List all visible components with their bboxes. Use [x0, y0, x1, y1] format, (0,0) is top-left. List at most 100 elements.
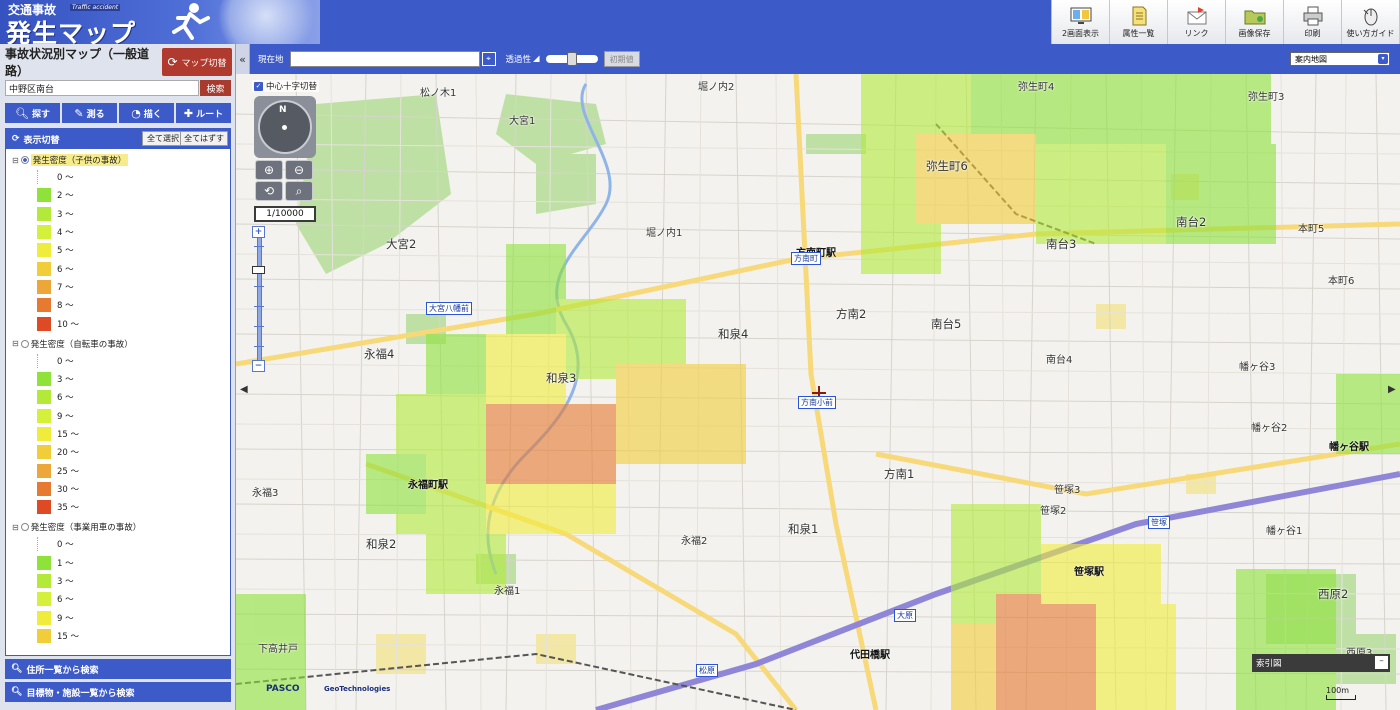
legend-label: 30 ～ — [57, 484, 80, 495]
legend-swatch — [37, 555, 51, 570]
station-label: 笹塚駅 — [1074, 567, 1104, 578]
rotate-reset-button[interactable]: ⟲ — [255, 181, 283, 201]
running-person-icon — [172, 3, 210, 40]
find-button[interactable]: 🔍︎ 探す — [5, 103, 60, 123]
current-location-field[interactable] — [289, 51, 480, 67]
zoom-tick — [254, 346, 264, 347]
app-logo: 交通事故 Traffic accident 発生マップ — [0, 0, 320, 44]
minimize-icon[interactable]: – — [1375, 656, 1388, 669]
pan-left-icon[interactable]: ◀ — [240, 384, 248, 395]
zoom-in-button[interactable]: ⊕ — [255, 160, 283, 180]
find-label: 探す — [31, 109, 50, 120]
checkbox-icon[interactable]: ✓ — [254, 81, 263, 91]
place-label: 本町5 — [1298, 224, 1325, 235]
collapse-panel-button[interactable]: « — [236, 44, 250, 74]
landmark-list-search-bar[interactable]: 🔍︎ 目標物・施設一覧から検索 — [5, 682, 231, 702]
app-window: 交通事故 Traffic accident 発生マップ 2画面表示 属性一覧 リ… — [0, 0, 1400, 710]
left-panel: 事故状況別マップ（一般道路） ⟳ マップ切替 中野区南台 検索 🔍︎ 探す ✎ 測る … — [0, 44, 236, 710]
locate-icon[interactable]: ⌖ — [481, 52, 496, 66]
legend-row: 15 ～ — [12, 425, 230, 443]
legend-label: 0 ～ — [57, 356, 74, 367]
overview-map-header[interactable]: 索引図 – — [1252, 654, 1390, 672]
place-label: 大宮1 — [509, 116, 536, 127]
clear-all-button[interactable]: 全てはずす — [180, 131, 228, 146]
legend-label: 35 ～ — [57, 503, 80, 514]
zoom-slider[interactable]: + − — [252, 226, 266, 372]
tree-toggle-icon[interactable]: ⊟ — [12, 339, 19, 348]
place-label: 和泉4 — [718, 327, 749, 341]
zoom-fit-button[interactable]: ⌕ — [285, 181, 313, 201]
place-label: 方南2 — [836, 307, 867, 321]
address-list-search-label: 住所一覧から検索 — [26, 665, 99, 676]
geotechnologies-logo: GeoTechnologies — [324, 685, 391, 693]
zoom-plus-icon[interactable]: + — [252, 226, 265, 238]
usage-guide-button[interactable]: 使い方ガイド — [1342, 0, 1400, 44]
slider-knob[interactable] — [566, 52, 577, 66]
transparency-slider[interactable] — [545, 52, 598, 66]
legend-row: 20 ～ — [12, 443, 230, 461]
address-input[interactable]: 中野区南台 — [5, 80, 199, 96]
legend-label: 15 ～ — [57, 631, 80, 642]
map-type-select[interactable]: 案内地図 ▾ — [1290, 52, 1390, 66]
tree-toggle-icon[interactable]: ⊟ — [12, 523, 19, 532]
reset-button[interactable]: 初期値 — [603, 51, 640, 67]
map-switch-button[interactable]: ⟳ マップ切替 — [162, 48, 232, 76]
legend-row: 9 ～ — [12, 407, 230, 425]
legend-label: 3 ～ — [57, 577, 74, 588]
select-all-button[interactable]: 全て選択 — [142, 131, 184, 146]
place-label: 方南1 — [884, 467, 915, 481]
draw-button[interactable]: ◔ 描く — [119, 103, 174, 123]
legend-row: 30 ～ — [12, 480, 230, 498]
place-label: 南台3 — [1046, 237, 1077, 251]
attribute-list-button[interactable]: 属性一覧 — [1110, 0, 1168, 44]
legend-swatch — [37, 610, 51, 625]
zoom-out-button[interactable]: ⊖ — [285, 160, 313, 180]
layer-group-header[interactable]: ⊟ 発生密度（事業用車の事故） — [12, 519, 230, 535]
zoom-tick — [254, 326, 264, 327]
tree-toggle-icon[interactable]: ⊟ — [12, 156, 19, 165]
zoom-minus-icon[interactable]: − — [252, 360, 265, 372]
pan-control[interactable]: N — [254, 96, 316, 158]
layer-group-header[interactable]: ⊟ 発生密度（自転車の事故） — [12, 336, 230, 352]
layer-groups: ⊟ 発生密度（子供の事故） 0 ～ 2 ～ 3 ～ 4 ～ 5 ～ 6 ～ 7 ～ 8 ～ 10 ～… — [6, 152, 230, 645]
logo-english: Traffic accident — [70, 4, 121, 11]
save-image-button[interactable]: 画像保存 — [1226, 0, 1284, 44]
search-icon: 🔍︎ — [11, 687, 23, 697]
measure-button[interactable]: ✎ 測る — [62, 103, 117, 123]
zoom-thumb[interactable] — [252, 266, 265, 274]
layer-radio[interactable] — [20, 339, 29, 348]
station-label: 大宮八幡前 — [426, 302, 472, 315]
legend-swatch — [37, 261, 51, 276]
zoom-track[interactable] — [257, 226, 262, 372]
base-map — [236, 74, 1400, 710]
layer-radio[interactable] — [20, 523, 29, 532]
legend-row: 2 ～ — [12, 186, 230, 204]
print-button[interactable]: 印刷 — [1284, 0, 1342, 44]
layer-radio[interactable] — [20, 156, 29, 164]
map-canvas[interactable]: 堀ノ内2 松ノ木1 大宮1 弥生町4 弥生町3 弥生町6 本町5 南台3 南台2 本町6 堀ノ内1 大… — [236, 74, 1400, 710]
mouse-guide-icon — [1363, 8, 1377, 26]
refresh-icon: ⟳ — [167, 55, 178, 69]
address-search-button[interactable]: 検索 — [200, 80, 231, 96]
legend-row: 0 ～ — [12, 168, 230, 186]
legend-swatch — [37, 225, 51, 240]
legend-swatch — [37, 463, 51, 478]
dual-screen-label: 2画面表示 — [1061, 29, 1100, 38]
place-label: 堀ノ内2 — [698, 82, 735, 93]
place-label: 幡ヶ谷2 — [1251, 423, 1288, 434]
legend-row: 0 ～ — [12, 352, 230, 370]
crosshair-toggle[interactable]: ✓ 中心十字切替 — [252, 80, 320, 92]
layer-group-header[interactable]: ⊟ 発生密度（子供の事故） — [12, 152, 230, 168]
pan-right-icon[interactable]: ▶ — [1388, 384, 1396, 395]
link-button[interactable]: リンク — [1168, 0, 1226, 44]
current-location-label: 現在地 — [258, 55, 284, 65]
place-label: 弥生町6 — [926, 159, 968, 173]
dual-screen-button[interactable]: 2画面表示 — [1052, 0, 1110, 44]
legend-row: 4 ～ — [12, 223, 230, 241]
legend-row: 7 ～ — [12, 278, 230, 296]
address-list-search-bar[interactable]: 🔍︎ 住所一覧から検索 — [5, 659, 231, 679]
layer-group: ⊟ 発生密度（子供の事故） 0 ～ 2 ～ 3 ～ 4 ～ 5 ～ 6 ～ 7 ～ 8 ～ 10 ～ — [6, 152, 230, 333]
legend-label: 2 ～ — [57, 191, 74, 202]
map-type-value: 案内地図 — [1295, 54, 1327, 64]
route-button[interactable]: ✚ ルート — [176, 103, 231, 123]
